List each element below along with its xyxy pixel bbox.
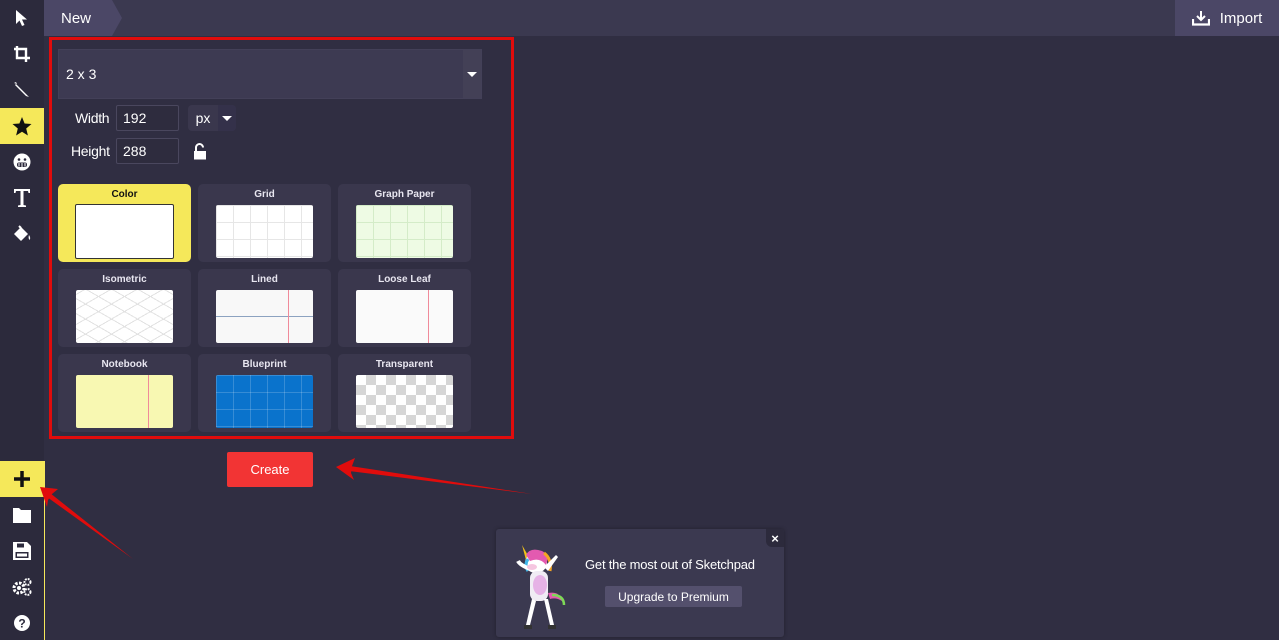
plus-icon xyxy=(14,471,30,487)
help-icon: ? xyxy=(14,615,30,631)
tool-shapes[interactable] xyxy=(0,108,44,144)
template-isometric[interactable]: Isometric xyxy=(58,269,191,347)
close-promo-button[interactable]: × xyxy=(766,529,784,547)
template-label: Notebook xyxy=(101,359,148,370)
paint-bucket-icon xyxy=(14,225,31,241)
pen-icon xyxy=(14,82,29,97)
template-label: Blueprint xyxy=(242,359,287,370)
tool-help[interactable]: ? xyxy=(0,605,44,640)
cursor-arrow-icon xyxy=(16,10,27,26)
size-preset-select[interactable]: 2 x 3 xyxy=(58,49,482,99)
text-icon xyxy=(14,189,30,207)
template-label: Grid xyxy=(254,189,275,200)
template-preview-color xyxy=(75,204,174,259)
tool-stickers[interactable] xyxy=(0,144,44,180)
margin-line xyxy=(428,290,429,343)
height-input[interactable] xyxy=(116,138,179,164)
template-preview-graph-paper xyxy=(356,205,453,258)
close-icon: × xyxy=(771,530,779,546)
emoji-icon xyxy=(13,153,31,171)
tool-new[interactable] xyxy=(0,461,44,497)
size-preset-dropdown-toggle[interactable] xyxy=(463,50,481,98)
tool-text[interactable] xyxy=(0,180,44,216)
width-label: Width xyxy=(75,110,110,126)
tool-settings[interactable] xyxy=(0,569,44,605)
annotation-arrow-new xyxy=(40,487,133,559)
size-preset-value: 2 x 3 xyxy=(66,66,97,82)
svg-text:?: ? xyxy=(18,617,25,631)
template-preview-loose-leaf xyxy=(356,290,453,343)
unlock-icon[interactable] xyxy=(193,143,207,160)
premium-promo-card: Get the most out of Sketchpad Upgrade to… xyxy=(496,529,784,637)
tool-open[interactable] xyxy=(0,497,44,533)
unit-select[interactable]: px xyxy=(188,105,236,131)
tool-save[interactable] xyxy=(0,533,44,569)
template-transparent[interactable]: Transparent xyxy=(338,354,471,432)
template-graph-paper[interactable]: Graph Paper xyxy=(338,184,471,262)
chevron-down-icon xyxy=(222,115,232,121)
template-preview-lined xyxy=(216,290,313,343)
tool-draw[interactable] xyxy=(0,72,44,108)
unit-dropdown-toggle[interactable] xyxy=(218,105,236,131)
file-tools: ? xyxy=(0,461,45,640)
width-input[interactable] xyxy=(116,105,179,131)
unit-value: px xyxy=(195,110,211,126)
top-bar: New Import xyxy=(44,0,1279,36)
tool-crop[interactable] xyxy=(0,36,44,72)
template-blueprint[interactable]: Blueprint xyxy=(198,354,331,432)
template-preview-transparent xyxy=(356,375,453,428)
template-loose-leaf[interactable]: Loose Leaf xyxy=(338,269,471,347)
template-notebook[interactable]: Notebook xyxy=(58,354,191,432)
template-preview-blueprint xyxy=(216,375,313,428)
template-label: Transparent xyxy=(375,359,434,370)
upgrade-premium-button[interactable]: Upgrade to Premium xyxy=(605,586,742,607)
template-label: Color xyxy=(111,189,138,200)
template-color[interactable]: Color xyxy=(58,184,191,262)
template-label: Lined xyxy=(251,274,278,285)
promo-headline: Get the most out of Sketchpad xyxy=(585,557,755,572)
create-button[interactable]: Create xyxy=(227,452,313,487)
crop-icon xyxy=(14,46,30,62)
template-preview-grid xyxy=(216,205,313,258)
annotation-arrow-create xyxy=(336,458,532,494)
star-icon xyxy=(12,116,32,135)
gears-icon xyxy=(12,578,32,596)
rule-line xyxy=(216,316,313,317)
breadcrumb-new[interactable]: New xyxy=(44,0,122,36)
chevron-down-icon xyxy=(467,71,477,77)
template-preview-notebook xyxy=(76,375,173,428)
save-icon xyxy=(13,542,31,560)
template-label: Isometric xyxy=(102,274,147,285)
tool-fill[interactable] xyxy=(0,216,44,252)
unicorn-mascot-icon xyxy=(516,545,566,629)
folder-icon xyxy=(13,508,31,523)
template-label: Graph Paper xyxy=(374,189,435,200)
import-label: Import xyxy=(1219,9,1263,27)
import-button[interactable]: Import xyxy=(1175,0,1279,36)
tool-select[interactable] xyxy=(0,0,44,36)
import-icon xyxy=(1191,10,1210,26)
margin-line xyxy=(288,290,289,343)
height-label: Height xyxy=(71,143,110,159)
template-lined[interactable]: Lined xyxy=(198,269,331,347)
tool-sidebar: ? xyxy=(0,0,45,640)
margin-line xyxy=(148,375,149,428)
template-grid[interactable]: Grid xyxy=(198,184,331,262)
template-preview-isometric xyxy=(76,290,173,343)
template-label: Loose Leaf xyxy=(378,274,431,285)
